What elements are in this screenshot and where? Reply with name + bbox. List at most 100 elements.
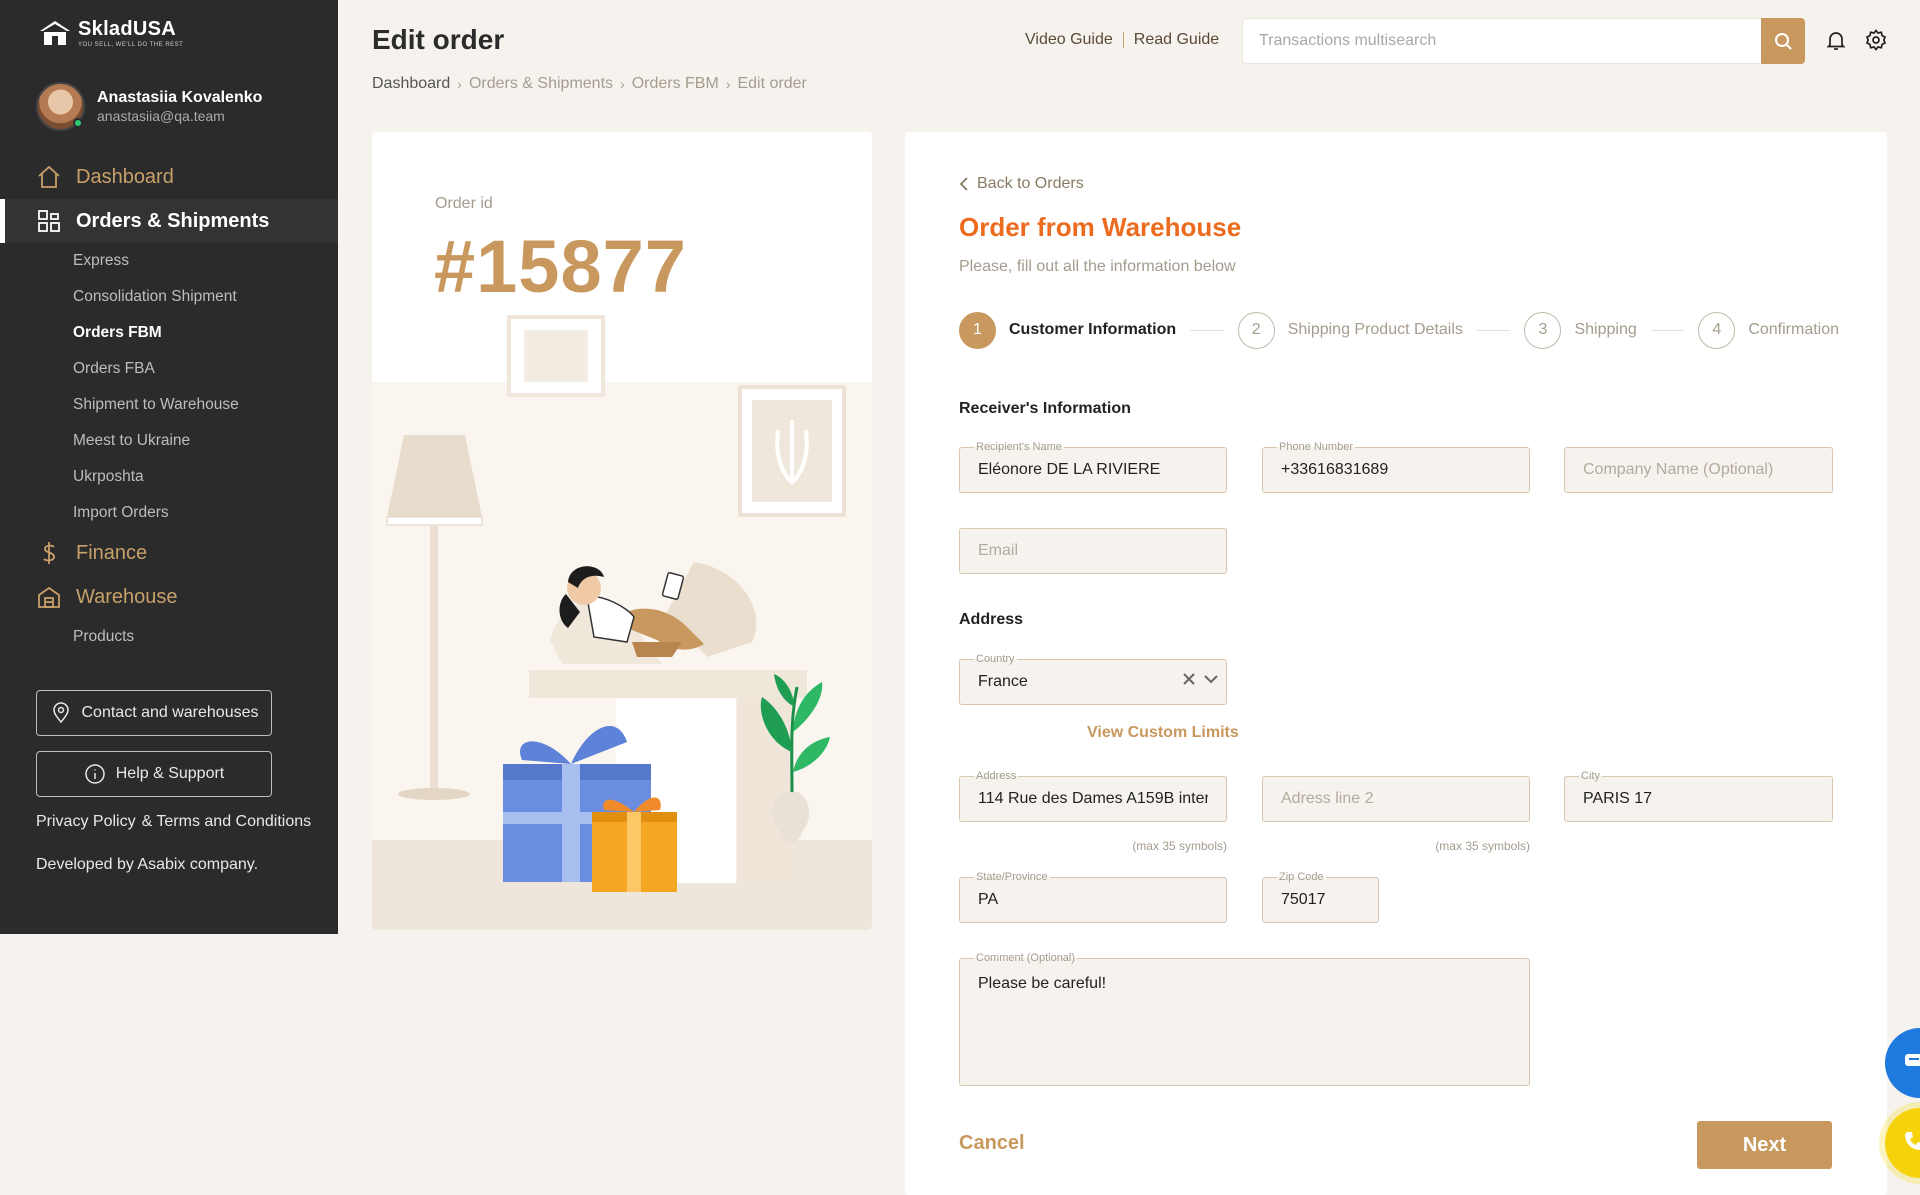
step-shipping-product-details[interactable]: 2 Shipping Product Details	[1237, 311, 1463, 349]
logo[interactable]: SkladUSA YOU SELL, WE'LL DO THE REST	[38, 18, 183, 48]
sidebar-subitem-products[interactable]: Products	[0, 619, 338, 655]
contact-warehouses-button[interactable]: Contact and warehouses	[36, 690, 272, 736]
privacy-policy-link[interactable]: Privacy Policy	[36, 813, 136, 831]
breadcrumb-dashboard[interactable]: Dashboard	[372, 75, 450, 93]
phone-icon	[1905, 1132, 1920, 1150]
video-guide-link[interactable]: Video Guide	[1025, 31, 1113, 49]
step-number: 2	[1237, 311, 1275, 349]
location-pin-icon	[52, 702, 69, 724]
step-confirmation[interactable]: 4 Confirmation	[1698, 311, 1839, 349]
sidebar-item-finance[interactable]: Finance	[0, 531, 338, 575]
company-name-input[interactable]	[1565, 448, 1832, 492]
field-label: Comment (Optional)	[974, 951, 1078, 965]
step-customer-information[interactable]: 1 Customer Information	[959, 311, 1176, 349]
terms-link[interactable]: & Terms and Conditions	[142, 813, 312, 831]
step-connector	[1190, 329, 1224, 331]
logo-slogan: YOU SELL, WE'LL DO THE REST	[78, 42, 184, 48]
step-number: 4	[1698, 311, 1736, 349]
step-connector	[1476, 329, 1511, 331]
sidebar-subitem-orders-fba[interactable]: Orders FBA	[0, 351, 338, 387]
field-label: Address	[974, 769, 1019, 783]
call-widget-button[interactable]	[1885, 1108, 1920, 1178]
developer-credit: Developed by Asabix company.	[36, 856, 259, 873]
sidebar-item-warehouse[interactable]: Warehouse	[0, 575, 338, 619]
sidebar: SkladUSA YOU SELL, WE'LL DO THE REST Ana…	[0, 0, 338, 934]
comment-field: Comment (Optional) Please be careful!	[959, 951, 1530, 1086]
grid-icon	[38, 210, 60, 232]
warehouse-icon	[38, 586, 60, 608]
recipient-name-field: Recipient's Name	[959, 440, 1227, 493]
comment-textarea[interactable]: Please be careful!	[960, 959, 1529, 1085]
back-to-orders-link[interactable]: Back to Orders	[959, 175, 1084, 193]
page-title: Edit order	[372, 24, 505, 55]
stepper: 1 Customer Information 2 Shipping Produc…	[959, 311, 1839, 349]
email-field	[959, 528, 1227, 574]
sidebar-subitem-meest[interactable]: Meest to Ukraine	[0, 423, 338, 459]
chat-widget-button[interactable]	[1885, 1028, 1920, 1098]
state-province-input[interactable]	[960, 878, 1226, 922]
cancel-button[interactable]: Cancel	[959, 1132, 1025, 1155]
zip-code-field: Zip Code	[1262, 870, 1379, 923]
field-label: City	[1579, 769, 1602, 783]
avatar	[36, 82, 85, 131]
address-line1-hint: (max 35 symbols)	[1132, 839, 1227, 853]
search-button[interactable]	[1761, 18, 1805, 64]
recipient-name-input[interactable]	[960, 448, 1226, 492]
user-profile[interactable]: Anastasiia Kovalenko anastasiia@qa.team	[36, 82, 262, 131]
breadcrumb-orders-shipments[interactable]: Orders & Shipments	[469, 75, 613, 93]
step-shipping[interactable]: 3 Shipping	[1524, 311, 1637, 349]
home-icon	[38, 165, 60, 188]
bell-icon[interactable]	[1824, 28, 1848, 52]
city-field: City	[1564, 769, 1833, 822]
step-label: Shipping	[1574, 321, 1637, 338]
breadcrumb-orders-fbm[interactable]: Orders FBM	[632, 75, 719, 93]
sidebar-subitem-consolidation[interactable]: Consolidation Shipment	[0, 279, 338, 315]
country-select[interactable]: Country	[959, 652, 1227, 705]
form-title: Order from Warehouse	[959, 212, 1242, 242]
sidebar-item-label: Orders & Shipments	[76, 209, 270, 232]
order-form-card: Back to Orders Order from Warehouse Plea…	[905, 132, 1887, 1195]
sidebar-subitem-express[interactable]: Express	[0, 243, 338, 279]
phone-number-input[interactable]	[1263, 448, 1529, 492]
sidebar-item-label: Finance	[76, 541, 148, 564]
order-summary-card: Order id #15877	[372, 132, 872, 930]
help-support-button[interactable]: Help & Support	[36, 751, 272, 797]
sidebar-item-dashboard[interactable]: Dashboard	[0, 155, 338, 199]
breadcrumb: Dashboard › Orders & Shipments › Orders …	[372, 75, 807, 93]
select-controls	[1182, 672, 1218, 686]
clear-icon[interactable]	[1182, 672, 1196, 686]
field-label: Zip Code	[1277, 870, 1326, 884]
search-icon	[1775, 33, 1792, 50]
chevron-left-icon	[959, 177, 968, 191]
legal-links: Privacy Policy & Terms and Conditions	[36, 813, 311, 831]
dollar-icon	[43, 542, 55, 564]
order-id-label: Order id	[435, 195, 493, 212]
search-input[interactable]	[1243, 19, 1761, 63]
logo-name: SkladUSA	[78, 18, 176, 40]
address-line2-input[interactable]	[1263, 777, 1529, 821]
next-button[interactable]: Next	[1697, 1121, 1832, 1169]
sidebar-subitem-import-orders[interactable]: Import Orders	[0, 495, 338, 531]
sidebar-item-label: Warehouse	[76, 585, 178, 608]
city-input[interactable]	[1565, 777, 1832, 821]
step-number: 1	[959, 311, 996, 349]
zip-code-input[interactable]	[1263, 878, 1378, 922]
step-number: 3	[1524, 311, 1562, 349]
info-icon	[84, 764, 105, 784]
view-custom-limits-link[interactable]: View Custom Limits	[1087, 724, 1239, 742]
address-line1-input[interactable]	[960, 777, 1226, 821]
sidebar-subitem-shipment-to-warehouse[interactable]: Shipment to Warehouse	[0, 387, 338, 423]
chevron-down-icon[interactable]	[1204, 672, 1218, 686]
sidebar-subitem-orders-fbm[interactable]: Orders FBM	[0, 315, 338, 351]
gear-icon[interactable]	[1864, 28, 1888, 52]
email-input[interactable]	[960, 529, 1226, 573]
field-label: Recipient's Name	[974, 440, 1064, 454]
sidebar-subitem-ukrposhta[interactable]: Ukrposhta	[0, 459, 338, 495]
step-connector	[1650, 329, 1685, 331]
read-guide-link[interactable]: Read Guide	[1134, 31, 1219, 49]
address-line2-hint: (max 35 symbols)	[1435, 839, 1530, 853]
address-line1-field: Address	[959, 769, 1227, 822]
user-name: Anastasiia Kovalenko	[97, 89, 263, 106]
sidebar-item-orders-shipments[interactable]: Orders & Shipments	[0, 199, 338, 243]
chevron-right-icon: ›	[620, 76, 625, 92]
